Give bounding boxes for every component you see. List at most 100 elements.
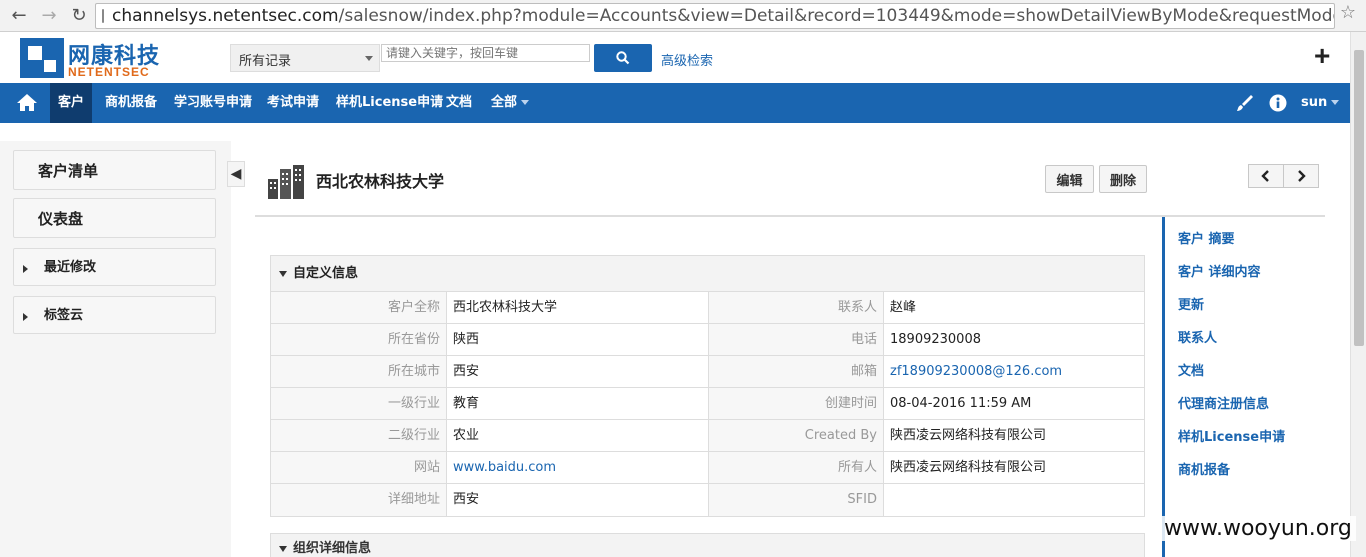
delete-button[interactable]: 删除 — [1099, 165, 1147, 193]
related-item-sample-license[interactable]: 样机License申请 — [1178, 426, 1285, 445]
quick-create-plus-icon[interactable]: + — [1314, 40, 1330, 72]
advanced-search-link[interactable]: 高级检索 — [661, 50, 713, 69]
sidebar-item-account-list[interactable]: 客户清单 — [13, 150, 216, 190]
nav-item-documents[interactable]: 文档 — [438, 83, 480, 123]
home-icon[interactable] — [14, 91, 40, 115]
record-filter-value: 所有记录 — [239, 54, 292, 69]
field-rows: 客户全称 西北农林科技大学 联系人 赵峰 所在省份 陕西 电话 18909230008 所在城市… — [271, 292, 1144, 516]
table-row: 一级行业 教育 创建时间 08-04-2016 11:59 AM — [271, 388, 1144, 420]
main-nav: 客户 商机报备 学习账号申请 考试申请 样机License申请 文档 全部 su… — [0, 83, 1350, 123]
field-value: 西北农林科技大学 — [447, 292, 709, 323]
org-detail-block[interactable]: 组织详细信息 — [270, 533, 1145, 557]
caret-down-icon — [279, 270, 287, 277]
related-item-updates[interactable]: 更新 — [1178, 294, 1204, 313]
user-menu[interactable]: sun — [1301, 83, 1340, 123]
nav-item-sample-license[interactable]: 样机License申请 — [328, 83, 451, 123]
chevron-down-icon — [1331, 100, 1340, 105]
related-item-summary[interactable]: 客户 摘要 — [1178, 228, 1235, 247]
table-row: 详细地址 西安 SFID — [271, 484, 1144, 516]
bookmark-star-icon[interactable]: ☆ — [1340, 2, 1356, 23]
nav-item-all[interactable]: 全部 — [483, 83, 537, 123]
field-label: 邮箱 — [709, 356, 884, 387]
left-sidebar: 客户清单 仪表盘 最近修改 标签云 — [0, 141, 231, 557]
field-value: 西安 — [447, 484, 709, 516]
field-value: 教育 — [447, 388, 709, 419]
chevron-left-icon — [1261, 170, 1269, 182]
nav-all-label: 全部 — [491, 95, 518, 110]
field-label: 网站 — [271, 452, 447, 483]
previous-record-button[interactable] — [1248, 164, 1284, 188]
field-label: Created By — [709, 420, 884, 451]
building-icon — [268, 165, 304, 199]
info-icon[interactable] — [1268, 93, 1288, 113]
collapse-sidebar-button[interactable]: ◀ — [227, 161, 245, 187]
block-header[interactable]: 自定义信息 — [271, 256, 1144, 292]
caret-right-icon — [23, 313, 28, 321]
caret-right-icon — [23, 265, 28, 273]
page-scrollbar[interactable] — [1350, 32, 1366, 557]
caret-down-icon — [279, 545, 287, 552]
url-host: channelsys.netentsec.com — [112, 6, 339, 26]
app-header: 网康科技 NETENTSEC 所有记录 高级检索 + — [0, 32, 1350, 83]
field-value: 陕西凌云网络科技有限公司 — [890, 428, 1047, 443]
block-title: 组织详细信息 — [293, 541, 372, 556]
field-value: 陕西凌云网络科技有限公司 — [890, 460, 1047, 475]
field-label: 一级行业 — [271, 388, 447, 419]
field-value: 08-04-2016 11:59 AM — [890, 396, 1032, 411]
user-name: sun — [1301, 95, 1328, 110]
table-row: 客户全称 西北农林科技大学 联系人 赵峰 — [271, 292, 1144, 324]
field-label: 客户全称 — [271, 292, 447, 323]
record-filter-select[interactable]: 所有记录 — [230, 44, 380, 72]
related-item-agent-registration[interactable]: 代理商注册信息 — [1178, 393, 1269, 412]
field-label: 所有人 — [709, 452, 884, 483]
address-bar[interactable]: channelsys.netentsec.com/salesnow/index.… — [95, 3, 1335, 29]
nav-item-opportunity-report[interactable]: 商机报备 — [97, 83, 165, 123]
sidebar-item-label: 最近修改 — [44, 260, 97, 275]
nav-item-exam-apply[interactable]: 考试申请 — [259, 83, 327, 123]
related-item-opportunity-report[interactable]: 商机报备 — [1178, 459, 1230, 478]
search-input[interactable] — [381, 44, 590, 62]
related-list-menu: 客户 摘要 客户 详细内容 更新 联系人 文档 代理商注册信息 样机Licens… — [1162, 217, 1332, 557]
browser-toolbar: ← → ↻ channelsys.netentsec.com/salesnow/… — [0, 0, 1366, 32]
block-title: 自定义信息 — [293, 266, 359, 281]
edit-button[interactable]: 编辑 — [1045, 165, 1094, 193]
logo-english-text: NETENTSEC — [68, 65, 150, 79]
nav-item-study-account[interactable]: 学习账号申请 — [166, 83, 260, 123]
table-row: 所在城市 西安 邮箱 zf18909230008@126.com — [271, 356, 1144, 388]
field-value: 陕西 — [447, 324, 709, 355]
field-value — [884, 484, 1144, 516]
field-value: 赵峰 — [890, 300, 917, 315]
sidebar-item-label: 标签云 — [44, 308, 84, 323]
page-icon — [102, 9, 104, 23]
sidebar-item-recent[interactable]: 最近修改 — [13, 248, 216, 286]
field-label: 电话 — [709, 324, 884, 355]
chevron-right-icon — [1298, 170, 1306, 182]
field-value-link[interactable]: www.baidu.com — [447, 452, 709, 483]
search-button[interactable] — [594, 44, 652, 72]
related-item-contacts[interactable]: 联系人 — [1178, 327, 1217, 346]
field-label: 联系人 — [709, 292, 884, 323]
related-item-documents[interactable]: 文档 — [1178, 360, 1204, 379]
reload-icon[interactable]: ↻ — [68, 5, 90, 27]
field-value-link[interactable]: zf18909230008@126.com — [884, 356, 1144, 387]
field-value: 农业 — [447, 420, 709, 451]
field-label: 所在省份 — [271, 324, 447, 355]
chevron-down-icon — [521, 100, 530, 105]
nav-item-accounts[interactable]: 客户 — [50, 83, 93, 123]
chevron-left-icon: ◀ — [230, 166, 242, 182]
sidebar-item-dashboard[interactable]: 仪表盘 — [13, 198, 216, 238]
search-icon — [616, 51, 630, 65]
brush-icon[interactable] — [1235, 93, 1255, 113]
back-arrow-icon[interactable]: ← — [8, 5, 30, 27]
company-logo[interactable]: 网康科技 NETENTSEC — [20, 38, 175, 80]
sidebar-item-tag-cloud[interactable]: 标签云 — [13, 296, 216, 334]
table-row: 网站 www.baidu.com 所有人 陕西凌云网络科技有限公司 — [271, 452, 1144, 484]
scrollbar-thumb[interactable] — [1354, 50, 1364, 346]
field-value: 西安 — [447, 356, 709, 387]
related-item-details[interactable]: 客户 详细内容 — [1178, 261, 1261, 280]
custom-info-block: 自定义信息 客户全称 西北农林科技大学 联系人 赵峰 所在省份 陕西 电话 189092300… — [270, 255, 1145, 517]
logo-mark-icon — [20, 38, 64, 78]
next-record-button[interactable] — [1283, 164, 1319, 188]
record-title: 西北农林科技大学 — [316, 172, 445, 191]
forward-arrow-icon[interactable]: → — [38, 5, 60, 27]
